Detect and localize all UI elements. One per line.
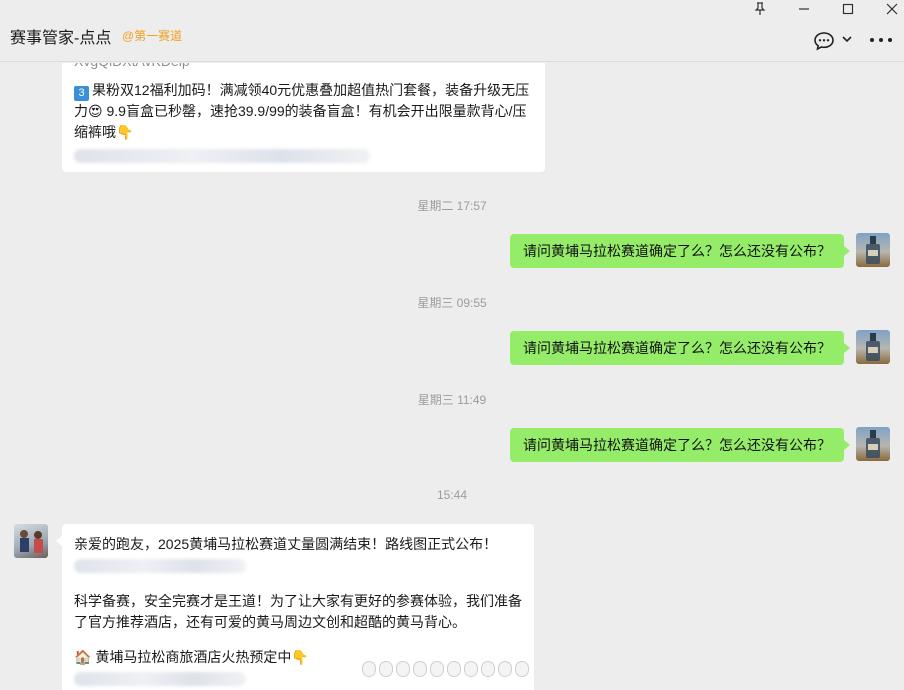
avatar-bottle-image <box>866 430 880 458</box>
avatar-bottle-image <box>866 333 880 361</box>
blurred-link[interactable] <box>74 559 246 573</box>
avatar-runner-image <box>20 530 43 553</box>
maximize-icon <box>842 3 854 15</box>
chat-bubble-icon[interactable] <box>813 31 835 51</box>
message-bubble-incoming: XvgQiDXtAvKDeip 3果粉双12福利加码！满减领40元优惠叠加超值热… <box>62 63 545 172</box>
avatar[interactable] <box>14 524 48 558</box>
minimize-button[interactable] <box>789 0 819 18</box>
group-tag: @第一赛道 <box>122 29 183 43</box>
maximize-button[interactable] <box>833 0 863 18</box>
number-badge: 3 <box>74 86 89 101</box>
message-bubble-outgoing: 请问黄埔马拉松赛道确定了么？怎么还没有公布？ <box>510 331 850 365</box>
avatar[interactable] <box>856 330 890 364</box>
avatar[interactable] <box>856 233 890 267</box>
loading-indicator <box>362 658 542 680</box>
reply-paragraph-2: 科学备赛，安全完赛才是王道！为了让大家有更好的参赛体验，我们准备了官方推荐酒店，… <box>74 593 522 630</box>
chevron-down-icon[interactable] <box>841 34 853 44</box>
blurred-link[interactable] <box>74 149 370 163</box>
message-bubble-outgoing: 请问黄埔马拉松赛道确定了么？怎么还没有公布？ <box>510 428 850 462</box>
title-bar: 赛事管家-点点 @第一赛道 <box>0 0 904 62</box>
timestamp: 星期三 09:55 <box>417 296 487 310</box>
timestamp: 星期二 17:57 <box>417 199 487 213</box>
chat-area[interactable]: XvgQiDXtAvKDeip 3果粉双12福利加码！满减领40元优惠叠加超值热… <box>0 63 904 690</box>
timestamp: 星期三 11:49 <box>417 393 487 407</box>
avatar[interactable] <box>856 427 890 461</box>
close-icon <box>886 3 898 15</box>
pin-icon <box>754 2 766 15</box>
timestamp: 15:44 <box>436 488 468 502</box>
pin-button[interactable] <box>745 0 775 18</box>
close-button[interactable] <box>877 0 904 18</box>
message-bubble-outgoing: 请问黄埔马拉松赛道确定了么？怎么还没有公布？ <box>510 234 850 268</box>
cut-text: XvgQiDXtAvKDeip <box>74 63 533 72</box>
blurred-link[interactable] <box>74 672 246 686</box>
minimize-icon <box>799 8 809 10</box>
reply-line-1: 亲爱的跑友，2025黄埔马拉松赛道丈量圆满结束！路线图正式公布！ <box>74 536 498 552</box>
avatar-bottle-image <box>866 236 880 264</box>
chat-title: 赛事管家-点点 <box>10 30 112 47</box>
more-icon[interactable] <box>870 32 892 48</box>
promo-paragraph: 3 果粉双12福利加码！满减领40元优惠叠加超值热门套餐，装备升级无压力😍 9.9… <box>74 82 530 140</box>
